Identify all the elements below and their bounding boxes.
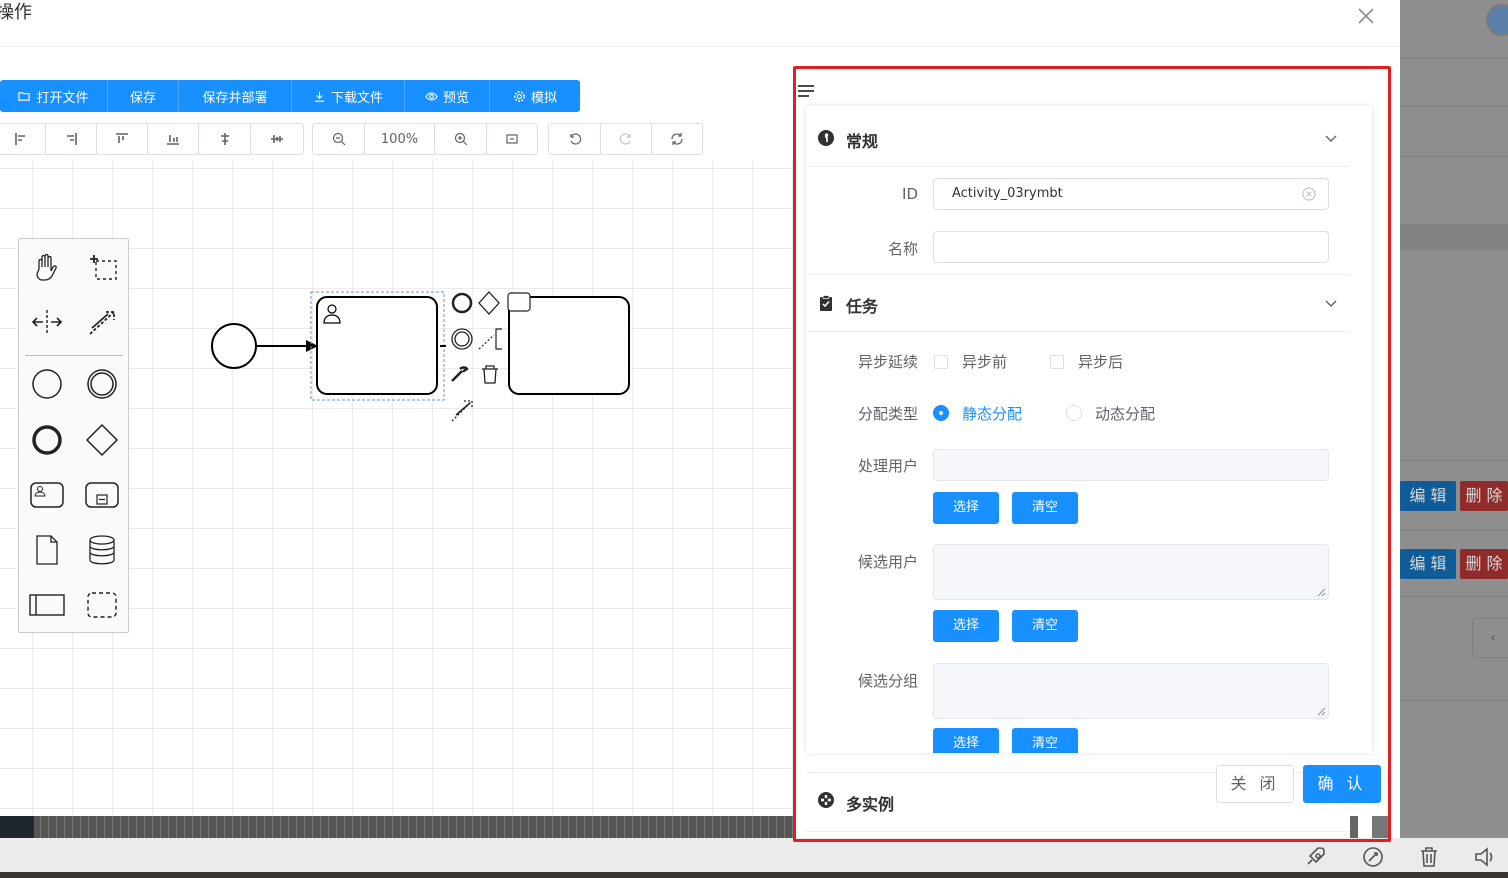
palette-separator [25, 355, 123, 356]
data-store-icon[interactable] [82, 530, 122, 570]
rocket-cycle-icon[interactable] [1360, 844, 1386, 870]
append-end-event-icon [451, 292, 473, 314]
align-bottom-icon [167, 135, 179, 145]
end-event-icon[interactable] [27, 420, 67, 460]
align-bottom-button[interactable] [148, 124, 199, 154]
wrench-icon [451, 366, 469, 382]
bg-divider [1400, 58, 1508, 59]
dialog-title: 操作 [0, 2, 32, 23]
delete-icon [482, 365, 498, 384]
zoom-in-icon [454, 132, 467, 146]
bg-divider [1400, 460, 1508, 461]
bg-table-header [1400, 224, 1508, 250]
dialog-header-divider [0, 46, 1400, 47]
redo-icon [619, 133, 631, 145]
preview-label: 预览 [442, 90, 469, 106]
global-connect-icon[interactable] [82, 302, 122, 342]
simulate-button[interactable]: 模拟 [490, 80, 580, 112]
fit-view-button[interactable] [487, 124, 537, 154]
align-center-button[interactable] [199, 124, 251, 154]
background-page [1400, 0, 1508, 878]
zoom-out-button[interactable] [313, 124, 365, 154]
append-text-annotation-icon [478, 334, 495, 350]
fit-view-icon [506, 134, 518, 144]
hand-tool-icon[interactable] [27, 247, 67, 287]
bg-prev-page-button: ‹ [1472, 618, 1508, 658]
bg-edit-button: 编 辑 [1400, 549, 1456, 579]
simulate-label: 模拟 [530, 90, 557, 106]
designer-toolbar: 打开文件 保存 保存并部署 下载文件 预览 模拟 [0, 80, 580, 112]
intermediate-event-icon[interactable] [82, 364, 122, 404]
space-tool-icon[interactable] [27, 302, 67, 342]
subprocess-icon[interactable] [82, 475, 122, 515]
folder-open-icon [18, 91, 31, 101]
user-task-icon[interactable] [27, 475, 67, 515]
minimap-corner [0, 816, 34, 838]
pool-icon[interactable] [27, 585, 67, 625]
bpmn-diagram[interactable] [200, 285, 640, 430]
undo-button[interactable] [549, 124, 601, 154]
taskbar-edge [0, 872, 1508, 878]
open-file-button[interactable]: 打开文件 [0, 80, 108, 112]
zoom-out-icon [332, 132, 345, 146]
group-icon[interactable] [82, 585, 122, 625]
bg-divider [1400, 106, 1508, 107]
zoom-in-button[interactable] [435, 124, 487, 154]
bg-delete-button: 删 除 [1460, 549, 1508, 579]
align-toolbar-group [0, 123, 304, 155]
data-object-icon[interactable] [27, 530, 67, 570]
element-palette [18, 238, 129, 633]
align-left-button[interactable] [0, 124, 46, 154]
download-file-label: 下载文件 [330, 90, 383, 106]
highlight-frame [793, 66, 1391, 842]
download-file-button[interactable]: 下载文件 [292, 80, 405, 112]
zoom-toolbar-group: 100% [312, 123, 538, 155]
align-right-icon [67, 133, 77, 145]
start-event-icon[interactable] [27, 364, 67, 404]
open-file-label: 打开文件 [36, 90, 89, 106]
minimap-strip [0, 816, 794, 838]
append-gateway-icon [478, 291, 500, 315]
preview-button[interactable]: 预览 [405, 80, 490, 112]
append-task-icon [507, 292, 531, 312]
align-top-icon [116, 133, 128, 143]
trash-icon[interactable] [1416, 844, 1442, 870]
start-event-shape [211, 323, 257, 369]
close-icon[interactable] [1354, 4, 1378, 28]
align-left-icon [15, 133, 25, 145]
align-center-icon [220, 133, 229, 145]
undo-icon [569, 133, 581, 145]
align-middle-icon [271, 135, 283, 143]
bg-delete-button: 删 除 [1460, 481, 1508, 511]
redo-button[interactable] [601, 124, 652, 154]
reset-button[interactable] [652, 124, 702, 154]
save-and-deploy-button[interactable]: 保存并部署 [179, 80, 292, 112]
save-button[interactable]: 保存 [108, 80, 179, 112]
save-label: 保存 [129, 90, 156, 106]
bg-divider [1400, 156, 1508, 157]
lasso-tool-icon[interactable] [82, 247, 122, 287]
speaker-icon[interactable] [1472, 844, 1498, 870]
bg-divider [1400, 530, 1508, 531]
gateway-icon[interactable] [82, 420, 122, 460]
gear-icon [514, 90, 525, 102]
align-middle-button[interactable] [251, 124, 303, 154]
rocket-icon[interactable] [1302, 844, 1328, 870]
bg-edit-button: 编 辑 [1400, 481, 1456, 511]
align-top-button[interactable] [97, 124, 148, 154]
download-icon [314, 91, 325, 102]
save-and-deploy-label: 保存并部署 [202, 90, 268, 106]
bg-divider [1400, 596, 1508, 597]
refresh-icon [671, 133, 683, 145]
history-toolbar-group [548, 123, 703, 155]
bg-divider [1400, 700, 1508, 701]
eye-icon [425, 91, 438, 101]
zoom-level: 100% [365, 124, 435, 154]
align-right-button[interactable] [46, 124, 97, 154]
